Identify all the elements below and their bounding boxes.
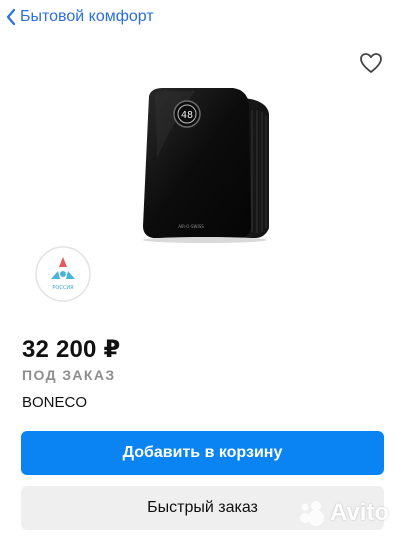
top-bar: Бытовой комфорт (0, 0, 405, 34)
chevron-left-icon (6, 8, 16, 26)
price: 32 200 ₽ (22, 336, 121, 363)
back-label: Бытовой комфорт (20, 8, 154, 25)
avito-watermark: Avito (296, 496, 389, 530)
availability-status: ПОД ЗАКАЗ (22, 367, 116, 383)
favorite-button[interactable] (358, 50, 384, 76)
add-to-cart-button[interactable]: Добавить в корзину (21, 431, 384, 475)
device-label: AIR-O-SWISS (178, 224, 204, 229)
display-readout: 48 (181, 110, 193, 121)
product-image: 48 AIR-O-SWISS (135, 78, 285, 243)
avito-logo-icon (300, 501, 324, 526)
badge-text: РОССИЯ (52, 285, 73, 291)
made-in-russia-badge: РОССИЯ (34, 245, 92, 303)
back-button[interactable]: Бытовой комфорт (5, 6, 154, 28)
heart-outline-icon (360, 53, 382, 73)
brand-name[interactable]: BONECO (22, 394, 87, 411)
watermark-text: Avito (330, 499, 390, 526)
